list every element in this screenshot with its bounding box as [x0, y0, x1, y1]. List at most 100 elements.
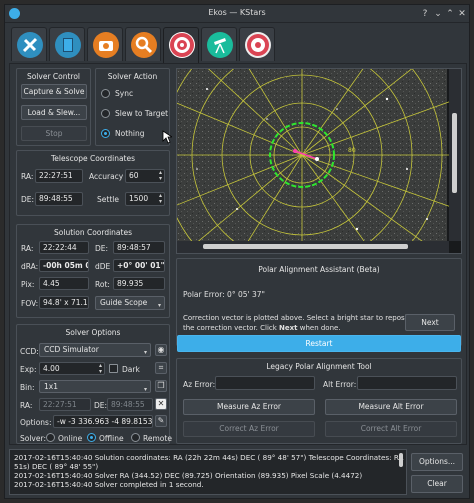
- tab-setup[interactable]: [11, 27, 47, 61]
- dark-label: Dark: [122, 365, 140, 374]
- alt-error-label: Alt Error:: [323, 380, 357, 389]
- telescope-icon: [207, 32, 233, 58]
- alt-error-field[interactable]: [357, 376, 457, 390]
- tab-mount[interactable]: [201, 27, 237, 61]
- scope-select[interactable]: Guide Scope ▾: [95, 296, 165, 310]
- az-error-label: Az Error:: [183, 380, 216, 389]
- minimize-icon[interactable]: ⌄: [432, 8, 444, 20]
- slew-to-target-label: Slew to Target: [115, 109, 169, 118]
- nothing-radio[interactable]: [101, 129, 110, 138]
- measure-az-error-button[interactable]: Measure Az Error: [183, 399, 315, 415]
- spin-arrows-icon[interactable]: ▴ ▾: [159, 193, 162, 205]
- legacy-polar-alignment-title: Legacy Polar Alignment Tool: [266, 362, 372, 371]
- align-module: Solver Control Capture & Solve Load & Sl…: [9, 63, 467, 445]
- close-icon[interactable]: ✕: [456, 8, 468, 20]
- sky-image-view[interactable]: 80: [176, 68, 462, 254]
- solver-action-group: Solver Action Sync Slew to Target Nothin…: [95, 68, 170, 146]
- ccd-label: CCD:: [20, 347, 39, 356]
- az-error-field[interactable]: [215, 376, 315, 390]
- scope-value: Guide Scope: [100, 298, 148, 307]
- accuracy-spinbox[interactable]: 60 ▴ ▾: [125, 169, 165, 183]
- options-ra-field[interactable]: 22:27:51: [39, 398, 91, 411]
- dde-field: +0° 00' 01": [113, 259, 165, 272]
- rot-label: Rot:: [95, 280, 110, 289]
- solution-de-field: 89:48:57: [113, 241, 165, 254]
- tab-capture[interactable]: [87, 27, 123, 61]
- polar-error-label: Polar Error: 0° 05' 37": [183, 290, 265, 299]
- dra-field: -00h 05m 07s: [39, 259, 89, 272]
- settle-spinbox[interactable]: 1500 ▴ ▾: [125, 192, 165, 206]
- log-clear-button[interactable]: Clear: [411, 475, 463, 493]
- load-slew-button[interactable]: Load & Slew...: [21, 105, 87, 120]
- solver-options-group: Solver Options CCD: CCD Simulator ▾ ◉ Exp…: [16, 324, 172, 444]
- exposure-spinbox[interactable]: 4.00 ▴ ▾: [39, 362, 105, 375]
- solver-options-field[interactable]: -w -3 336.963 -4 89.8153 -5 30: [53, 415, 153, 428]
- remote-radio[interactable]: [131, 433, 140, 442]
- nothing-label: Nothing: [115, 129, 145, 138]
- accuracy-label: Accuracy: [89, 172, 124, 181]
- log-scrollbar[interactable]: [399, 453, 403, 467]
- telescope-ra-field[interactable]: 22:27:51: [35, 169, 83, 183]
- chevron-down-icon: ▾: [143, 349, 147, 356]
- settle-label: Settle: [97, 195, 119, 204]
- vertical-scroll-handle[interactable]: [452, 113, 457, 193]
- restart-button[interactable]: Restart: [177, 335, 461, 352]
- next-button[interactable]: Next: [405, 314, 455, 331]
- options-de-field[interactable]: 89:48:55: [107, 398, 153, 411]
- bin-label: Bin:: [20, 383, 35, 392]
- log-options-button[interactable]: Options...: [411, 453, 463, 471]
- polar-alignment-title: Polar Alignment Assistant (Beta): [258, 265, 380, 274]
- exp-label: Exp:: [20, 365, 37, 374]
- telescope-de-label: DE:: [21, 195, 35, 204]
- offline-label: Offline: [99, 434, 124, 443]
- correct-az-error-button[interactable]: Correct Az Error: [183, 421, 315, 437]
- module-tabs: [11, 27, 471, 63]
- spin-arrows-icon[interactable]: ▴ ▾: [99, 363, 102, 374]
- magnifier-icon: [131, 32, 157, 58]
- log-line: 2017-02-16T15:40:40 Solver completed in …: [14, 480, 204, 489]
- sync-label: Sync: [115, 89, 134, 98]
- slew-to-target-radio[interactable]: [101, 109, 110, 118]
- solver-action-title: Solver Action: [107, 72, 158, 81]
- spin-arrows-icon[interactable]: ▴ ▾: [159, 170, 162, 182]
- window-title: Ekos — KStars: [208, 8, 266, 17]
- log-line: 51s) DEC ( 89° 48' 55"): [14, 462, 99, 471]
- solution-coordinates-group: Solution Coordinates RA: 22:22:44 DE: 89…: [16, 224, 170, 318]
- offline-radio[interactable]: [87, 433, 96, 442]
- camera-icon: [93, 32, 119, 58]
- dark-checkbox[interactable]: [109, 364, 118, 373]
- log-line: 2017-02-16T15:40:40 Solution coordinates…: [14, 453, 407, 462]
- notebook-icon: [55, 32, 81, 58]
- accuracy-value: 60: [129, 171, 139, 180]
- frame-settings-icon[interactable]: ⌗: [155, 362, 167, 374]
- tab-scheduler[interactable]: [49, 27, 85, 61]
- help-icon[interactable]: ?: [419, 8, 431, 20]
- solution-coordinates-title: Solution Coordinates: [54, 228, 132, 237]
- ccd-value: CCD Simulator: [44, 345, 99, 354]
- telescope-coordinates-group: Telescope Coordinates RA: 22:27:51 Accur…: [16, 150, 170, 216]
- copy-icon[interactable]: ❐: [155, 380, 167, 392]
- correct-alt-error-button[interactable]: Correct Alt Error: [325, 421, 457, 437]
- tab-align[interactable]: [163, 27, 199, 63]
- target-icon: [169, 32, 195, 58]
- horizontal-scroll-handle[interactable]: [203, 244, 408, 249]
- binning-select[interactable]: 1x1 ▾: [39, 380, 151, 393]
- ccd-select[interactable]: CCD Simulator ▾: [39, 343, 151, 357]
- log-output[interactable]: 2017-02-16T15:40:40 Solution coordinates…: [9, 449, 407, 495]
- telescope-de-field[interactable]: 89:48:55: [35, 192, 83, 206]
- sync-radio[interactable]: [101, 89, 110, 98]
- maximize-icon[interactable]: ⌃: [444, 8, 456, 20]
- log-line: 2017-02-16T15:40:40 Solver RA (344.52) D…: [14, 471, 363, 480]
- tab-guide[interactable]: [239, 27, 275, 61]
- tab-focus[interactable]: [125, 27, 161, 61]
- chevron-down-icon: ▾: [157, 302, 161, 309]
- stop-button[interactable]: Stop: [21, 126, 87, 141]
- edit-icon[interactable]: ✎: [155, 415, 167, 427]
- pix-label: Pix:: [21, 280, 35, 289]
- capture-solve-button[interactable]: Capture & Solve: [21, 84, 87, 99]
- measure-alt-error-button[interactable]: Measure Alt Error: [325, 399, 457, 415]
- eye-icon[interactable]: ◉: [155, 344, 167, 356]
- online-radio[interactable]: [46, 433, 55, 442]
- clear-icon[interactable]: ✕: [155, 398, 167, 410]
- polar-instruction-line-2: the correction vector. Click Next when d…: [183, 324, 341, 332]
